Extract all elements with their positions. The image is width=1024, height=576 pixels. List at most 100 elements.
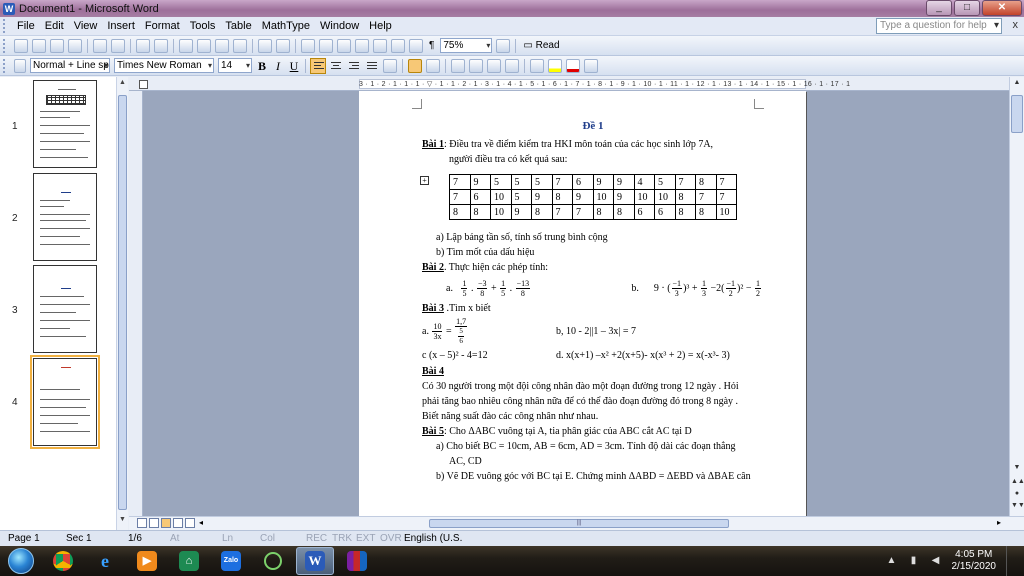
- menu-format[interactable]: Format: [140, 20, 185, 32]
- styles-pane-icon[interactable]: [14, 58, 26, 73]
- scroll-thumb[interactable]: [118, 95, 127, 510]
- table-cell[interactable]: 9: [613, 174, 635, 190]
- table-cell[interactable]: 9: [613, 189, 635, 205]
- research-icon[interactable]: [154, 38, 168, 53]
- scroll-up-icon[interactable]: ▲: [118, 79, 127, 91]
- page-thumbnail-4[interactable]: [30, 355, 100, 449]
- columns-icon[interactable]: [373, 38, 387, 53]
- menu-window[interactable]: Window: [315, 20, 364, 32]
- table-cell[interactable]: 6: [633, 204, 655, 220]
- document-body[interactable]: Đề 1 Bài 1: Điều tra về điểm kiểm tra HK…: [420, 119, 764, 484]
- scroll-right-icon[interactable]: ▸: [997, 518, 1007, 528]
- copy-icon[interactable]: [197, 38, 211, 53]
- table-cell[interactable]: 8: [531, 204, 553, 220]
- status-ovr[interactable]: OVR: [380, 533, 402, 544]
- print-icon[interactable]: [93, 38, 107, 53]
- table-cell[interactable]: 7: [572, 204, 594, 220]
- page-thumbnail-3[interactable]: [33, 265, 97, 353]
- undo-icon[interactable]: [258, 38, 272, 53]
- table-cell[interactable]: 8: [695, 204, 717, 220]
- new-document-icon[interactable]: [14, 38, 28, 53]
- taskbar-chrome[interactable]: [44, 547, 82, 575]
- table-cell[interactable]: 5: [490, 174, 512, 190]
- help-icon[interactable]: [496, 38, 511, 53]
- clock[interactable]: 4:05 PM 2/15/2020: [952, 549, 997, 573]
- cut-icon[interactable]: [179, 38, 193, 53]
- taskbar-zalo[interactable]: Zalo: [212, 547, 250, 575]
- hyperlink-icon[interactable]: [301, 38, 315, 53]
- page-thumbnail-2[interactable]: [33, 173, 97, 261]
- table-cell[interactable]: 7: [715, 174, 737, 190]
- menu-table[interactable]: Table: [220, 20, 256, 32]
- decrease-indent-icon[interactable]: [487, 58, 501, 73]
- align-center-button[interactable]: [328, 58, 344, 74]
- line-spacing-icon[interactable]: [383, 58, 397, 73]
- align-right-button[interactable]: [346, 58, 362, 74]
- table-cell[interactable]: 9: [531, 189, 553, 205]
- bullets-icon[interactable]: [469, 58, 483, 73]
- chevron-down-icon[interactable]: ▾: [486, 39, 490, 52]
- save-icon[interactable]: [50, 38, 64, 53]
- taskbar-winrar[interactable]: [338, 547, 376, 575]
- table-cell[interactable]: 4: [633, 174, 655, 190]
- table-cell[interactable]: 5: [510, 174, 532, 190]
- table-cell[interactable]: 6: [654, 204, 676, 220]
- table-cell[interactable]: 8: [674, 204, 696, 220]
- drawing-icon[interactable]: [391, 38, 405, 53]
- increase-indent-icon[interactable]: [505, 58, 519, 73]
- table-cell[interactable]: 8: [551, 189, 573, 205]
- score-table[interactable]: 7 9 5 5 5 7 6 9 9 4 5 7 8 7 7 6 10 5 9 8 9 10 9 10 10 8 7 7 8 8 10 9 8 7 7…: [449, 174, 737, 220]
- zoom-select[interactable]: 75% ▾: [440, 38, 493, 53]
- document-map-icon[interactable]: [409, 38, 423, 53]
- table-cell[interactable]: 10: [715, 204, 737, 220]
- table-cell[interactable]: 5: [654, 174, 676, 190]
- font-select[interactable]: Times New Roman ▾: [114, 58, 214, 73]
- highlight-icon[interactable]: [548, 58, 562, 73]
- taskbar-app-a[interactable]: ⌂: [170, 547, 208, 575]
- table-cell[interactable]: 9: [469, 174, 491, 190]
- thumbnail-scrollbar[interactable]: ▲ ▼: [116, 77, 128, 530]
- show-hidden-icons-icon[interactable]: ▲: [886, 555, 898, 567]
- table-cell[interactable]: 9: [592, 174, 614, 190]
- table-cell[interactable]: 10: [592, 189, 614, 205]
- table-cell[interactable]: 8: [469, 204, 491, 220]
- taskbar-media-player[interactable]: ▶: [128, 547, 166, 575]
- web-layout-view-icon[interactable]: [149, 518, 159, 528]
- table-cell[interactable]: 6: [469, 189, 491, 205]
- ltr-direction-icon[interactable]: [408, 58, 422, 73]
- browse-object-icon[interactable]: ●: [1011, 490, 1023, 502]
- menu-file[interactable]: File: [12, 20, 40, 32]
- menu-tools[interactable]: Tools: [185, 20, 221, 32]
- read-button[interactable]: ▭ Read: [519, 39, 563, 52]
- permission-icon[interactable]: [68, 38, 82, 53]
- minimize-button[interactable]: _: [926, 0, 952, 16]
- numbering-icon[interactable]: [451, 58, 465, 73]
- table-cell[interactable]: 5: [510, 189, 532, 205]
- taskbar-app-c[interactable]: [254, 547, 292, 575]
- taskbar-word[interactable]: W: [296, 547, 334, 575]
- vertical-scrollbar[interactable]: ▲ ▼ ▲▲ ● ▼▼: [1009, 77, 1024, 516]
- menu-insert[interactable]: Insert: [102, 20, 140, 32]
- outline-view-icon[interactable]: [173, 518, 183, 528]
- volume-icon[interactable]: ◀: [930, 555, 942, 567]
- table-cell[interactable]: 8: [449, 204, 471, 220]
- toolbar-grip[interactable]: [3, 19, 9, 33]
- tab-selector[interactable]: [139, 80, 148, 89]
- scroll-thumb[interactable]: [1011, 95, 1023, 133]
- previous-page-icon[interactable]: ▲▲: [1011, 478, 1024, 490]
- table-move-handle-icon[interactable]: +: [420, 176, 429, 185]
- table-cell[interactable]: 8: [695, 174, 717, 190]
- table-cell[interactable]: 10: [654, 189, 676, 205]
- close-document-button[interactable]: x: [1013, 19, 1019, 31]
- reading-layout-view-icon[interactable]: [185, 518, 195, 528]
- rtl-direction-icon[interactable]: [426, 58, 440, 73]
- start-button[interactable]: [0, 546, 42, 576]
- table-cell[interactable]: 8: [613, 204, 635, 220]
- normal-view-icon[interactable]: [137, 518, 147, 528]
- print-layout-view-icon[interactable]: [161, 518, 171, 528]
- insert-excel-icon[interactable]: [355, 38, 369, 53]
- align-left-button[interactable]: [310, 57, 326, 74]
- underline-button[interactable]: U: [286, 58, 302, 74]
- status-ext[interactable]: EXT: [356, 533, 375, 544]
- open-folder-icon[interactable]: [32, 38, 46, 53]
